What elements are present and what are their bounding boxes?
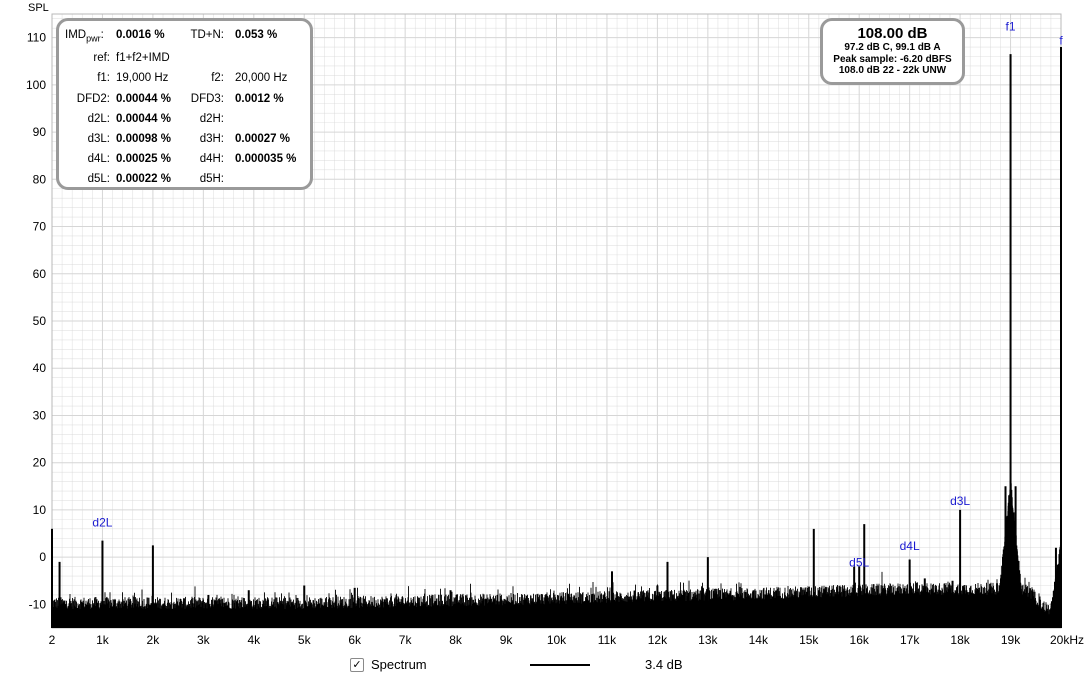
tdn-value: 0.053 % [235,29,278,41]
y-tick-label: 90 [33,125,47,139]
d4l-label: d4L: [87,153,110,165]
peak-label-d3L: d3L [950,494,970,508]
spectrum-checkbox[interactable]: ✓ [350,658,364,672]
spl-value: 108.00 dB [857,25,928,42]
d5l-label: d5L: [87,173,110,185]
spl-readout-panel: 108.00 dB 97.2 dB C, 99.1 dB A Peak samp… [820,18,965,85]
y-tick-label: 110 [27,31,46,45]
d2h-label: d2H: [199,113,224,125]
legend: ✓ Spectrum 3.4 dB [350,656,770,676]
distortion-readout-panel: IMDpwr: 0.0016 % TD+N: 0.053 % ref: f1+f… [56,18,313,190]
x-tick-label: 8k [449,633,463,647]
x-tick-label: 5k [298,633,312,647]
x-tick-label: 7k [399,633,413,647]
peak-label-d2L: d2L [92,515,112,529]
x-tick-label: 17k [900,633,920,647]
x-tick-label: 19k [1001,633,1021,647]
dfd3-label: DFD3: [190,93,224,105]
dfd2-label: DFD2: [76,93,110,105]
x-tick-label: 16k [850,633,870,647]
imd-value: 0.0016 % [116,29,165,41]
x-tick-label: 3k [197,633,211,647]
x-tick-label: 12k [648,633,668,647]
readout-row-imd: IMDpwr: 0.0016 % TD+N: 0.053 % [59,27,310,43]
peak-label-f1: f1 [1006,20,1016,34]
d3h-label: d3H: [199,133,224,145]
peak-label-f: f [1059,34,1063,48]
ref-value: f1+f2+IMD [116,52,170,64]
imd-label-main: IMD [65,29,87,41]
y-tick-label: 30 [33,408,47,422]
x-tick-label: 14k [749,633,769,647]
x-tick-label: 20kHz [1050,633,1084,647]
d5h-label: d5H: [199,173,224,185]
tdn-label: TD+N: [190,29,224,41]
f1-label: f1: [97,72,110,84]
d3l-label: d3L: [87,133,110,145]
f1-value: 19,000 Hz [116,72,169,84]
y-tick-label: 20 [33,456,47,470]
y-tick-label: 50 [33,314,47,328]
y-tick-label: 40 [33,361,47,375]
d5l-value: 0.00022 % [116,173,171,185]
ref-label: ref: [93,52,110,64]
y-tick-label: -10 [29,597,47,611]
spl-weighted: 97.2 dB C, 99.1 dB A [844,42,941,53]
d3h-value: 0.00027 % [235,133,290,145]
d2l-label: d2L: [87,113,110,125]
spl-unweighted: 108.0 dB 22 - 22k UNW [838,65,947,76]
x-tick-label: 13k [698,633,718,647]
x-tick-label: 9k [500,633,514,647]
readout-row-d3: d3L: 0.00098 % d3H: 0.00027 % [59,131,310,147]
readout-row-d4: d4L: 0.00025 % d4H: 0.000035 % [59,151,310,167]
f2-label: f2: [211,72,224,84]
d4h-label: d4H: [199,153,224,165]
f2-value: 20,000 Hz [235,72,288,84]
x-tick-label: 15k [799,633,819,647]
y-tick-label: 70 [33,220,47,234]
x-tick-label: 6k [348,633,362,647]
x-tick-label: 11k [598,633,617,647]
dfd3-value: 0.0012 % [235,93,284,105]
imd-label-colon: : [100,29,104,41]
y-tick-label: 80 [33,172,47,186]
peak-label-d5L: d5L [849,556,869,570]
dfd2-value: 0.00044 % [116,93,171,105]
readout-row-d2: d2L: 0.00044 % d2H: [59,111,310,127]
readout-row-dfd: DFD2: 0.00044 % DFD3: 0.0012 % [59,91,310,107]
y-tick-label: 100 [26,78,46,92]
d3l-value: 0.00098 % [116,133,171,145]
peak-label-d4L: d4L [900,539,920,553]
y-tick-label: 10 [33,503,47,517]
readout-row-d5: d5L: 0.00022 % d5H: [59,171,310,187]
x-tick-label: 18k [950,633,970,647]
x-tick-label: 2 [49,633,56,647]
spectrum-legend-label: Spectrum [371,657,427,672]
y-tick-label: 60 [33,267,47,281]
x-tick-label: 10k [547,633,567,647]
readout-row-ref: ref: f1+f2+IMD [59,50,310,66]
imd-label-sub: pwr [86,33,101,44]
x-tick-label: 2k [147,633,161,647]
d2l-value: 0.00044 % [116,113,171,125]
d4h-value: 0.000035 % [235,153,297,165]
smoothing-label: 3.4 dB [645,657,683,672]
y-axis-label: SPL [28,2,49,14]
spectrum-legend-line [530,664,590,666]
y-tick-label: 0 [39,550,46,564]
x-tick-label: 1k [96,633,110,647]
readout-row-freq: f1: 19,000 Hz f2: 20,000 Hz [59,70,310,86]
imd-label: IMDpwr: [65,27,104,46]
d4l-value: 0.00025 % [116,153,171,165]
x-tick-label: 4k [247,633,261,647]
peak-sample: Peak sample: -6.20 dBFS [833,53,952,65]
